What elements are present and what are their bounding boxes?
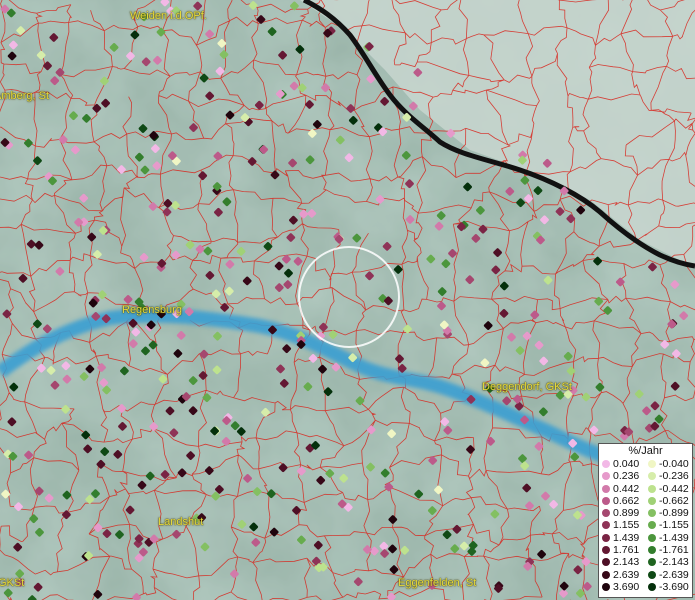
- legend-value-negative: -2.143: [659, 556, 689, 569]
- legend-swatch-positive: [602, 521, 610, 530]
- legend-row: 0.662 -0.662: [599, 495, 692, 507]
- legend-swatch-positive: [602, 570, 610, 579]
- legend-value-negative: -0.899: [659, 507, 689, 520]
- legend-value-negative: -1.439: [659, 531, 689, 544]
- map-canvas[interactable]: [0, 0, 695, 600]
- legend-value-negative: -1.761: [659, 544, 689, 557]
- legend-row: 1.439 -1.439: [599, 532, 692, 544]
- legend-swatch-negative: [648, 509, 656, 518]
- legend-title: %/Jahr: [628, 445, 663, 457]
- city-label-eggenfelden: Eggenfelden, St: [398, 577, 477, 589]
- legend-swatch-positive: [602, 582, 610, 591]
- legend-swatch-positive: [602, 533, 610, 542]
- legend-swatch-negative: [648, 496, 656, 505]
- legend-row: 1.155 -1.155: [599, 519, 692, 531]
- city-label-landshut: Landshut: [158, 516, 204, 528]
- legend-swatch-negative: [648, 533, 656, 542]
- legend-swatch-positive: [602, 496, 610, 505]
- legend: %/Jahr 0.040 -0.040 0.236 -0.236 0.442 -0.442…: [598, 443, 693, 598]
- legend-value-positive: 2.143: [613, 556, 640, 569]
- legend-swatch-negative: [648, 460, 656, 468]
- legend-value-positive: 1.155: [613, 519, 640, 532]
- legend-row: 0.442 -0.442: [599, 483, 692, 495]
- legend-swatch-positive: [602, 460, 610, 468]
- legend-row: 1.761 -1.761: [599, 544, 692, 556]
- legend-swatch-negative: [648, 521, 656, 530]
- legend-value-negative: -0.442: [659, 482, 689, 495]
- city-label-gkst: GKSt: [0, 577, 25, 589]
- legend-row: 0.899 -0.899: [599, 507, 692, 519]
- city-label-deggendorf: Deggendorf, GKSt: [482, 381, 572, 393]
- legend-swatch-negative: [648, 484, 656, 493]
- legend-swatch-positive: [602, 509, 610, 518]
- city-label-amberg: Amberg, St: [0, 90, 50, 102]
- legend-value-positive: 0.662: [613, 494, 640, 507]
- legend-row: 2.639 -2.639: [599, 569, 692, 581]
- legend-rows: 0.040 -0.040 0.236 -0.236 0.442 -0.442 0.662 -0…: [599, 458, 692, 593]
- city-label-regensburg: Regensburg: [122, 304, 182, 316]
- legend-value-negative: -0.236: [659, 470, 689, 483]
- legend-swatch-positive: [602, 546, 610, 555]
- legend-swatch-negative: [648, 570, 656, 579]
- legend-value-positive: 1.761: [613, 544, 640, 557]
- legend-swatch-positive: [602, 484, 610, 493]
- legend-value-positive: 0.236: [613, 470, 640, 483]
- legend-swatch-positive: [602, 472, 610, 481]
- legend-value-positive: 1.439: [613, 531, 640, 544]
- legend-value-negative: -3.690: [659, 580, 689, 593]
- legend-value-negative: -0.662: [659, 494, 689, 507]
- city-label-weiden: Weiden i.d.OPf.: [130, 10, 207, 22]
- legend-swatch-negative: [648, 582, 656, 591]
- legend-value-positive: 0.899: [613, 507, 640, 520]
- legend-value-negative: -1.155: [659, 519, 689, 532]
- legend-value-negative: -0.040: [659, 458, 689, 470]
- legend-value-positive: 0.442: [613, 482, 640, 495]
- legend-swatch-negative: [648, 546, 656, 555]
- legend-value-positive: 0.040: [613, 458, 640, 470]
- legend-row: 0.040 -0.040: [599, 458, 692, 470]
- legend-swatch-positive: [602, 558, 610, 567]
- legend-row: 0.236 -0.236: [599, 470, 692, 482]
- legend-value-positive: 3.690: [613, 580, 640, 593]
- legend-swatch-negative: [648, 558, 656, 567]
- legend-row: 3.690 -3.690: [599, 581, 692, 593]
- legend-swatch-negative: [648, 472, 656, 481]
- legend-value-positive: 2.639: [613, 568, 640, 581]
- legend-value-negative: -2.639: [659, 568, 689, 581]
- legend-row: 2.143 -2.143: [599, 556, 692, 568]
